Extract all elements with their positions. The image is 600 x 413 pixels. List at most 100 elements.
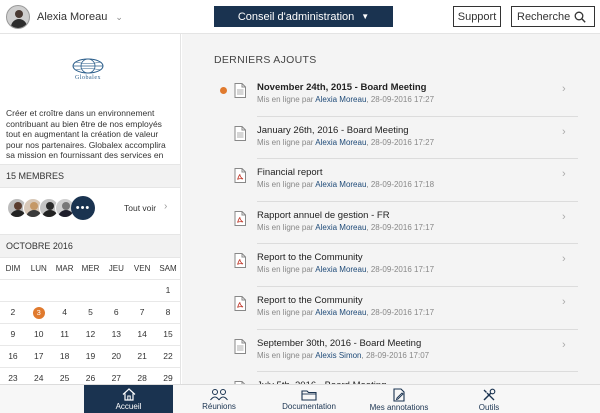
item-meta: Mis en ligne par Alexia Moreau, 28-09-20…	[257, 265, 434, 274]
calendar-day[interactable]: 16	[0, 346, 26, 367]
calendar-day[interactable]: 2	[0, 302, 26, 323]
list-item[interactable]: November 24th, 2015 - Board Meeting Mis e…	[182, 74, 600, 117]
user-menu[interactable]: Alexia Moreau ⌄	[6, 5, 123, 29]
item-meta: Mis en ligne par Alexia Moreau, 28-09-20…	[257, 308, 434, 317]
chevron-down-icon: ⌄	[115, 11, 123, 22]
item-meta: Mis en ligne par Alexis Simon, 28-09-201…	[257, 351, 429, 360]
calendar-day[interactable]: 25	[52, 368, 78, 384]
calendar-day[interactable]: 22	[155, 346, 180, 367]
tab-mes-annotations[interactable]: Mes annotations	[356, 385, 442, 413]
chevron-right-icon: ›	[562, 253, 566, 266]
list-item[interactable]: Report to the Community Mis en ligne par …	[182, 244, 600, 287]
board-selector[interactable]: Conseil d'administration ▼	[214, 6, 393, 27]
search-button[interactable]: Recherche	[511, 6, 595, 27]
calendar-day[interactable]: 29	[155, 368, 180, 384]
list-item[interactable]: Report to the Community Mis en ligne par …	[182, 287, 600, 330]
list-item[interactable]: January 26th, 2016 - Board Meeting Mis en…	[182, 117, 600, 160]
author-name: Alexia Moreau	[315, 95, 367, 104]
calendar-day[interactable]: 11	[52, 324, 78, 345]
tab-label: Documentation	[282, 402, 336, 411]
chevron-right-icon: ›	[562, 295, 566, 308]
calendar-week: 9 10 11 12 13 14 15	[0, 324, 180, 346]
members-row[interactable]: ••• Tout voir ›	[0, 188, 180, 230]
upload-date: , 28-09-2016 17:07	[361, 350, 430, 360]
avatar	[6, 5, 30, 29]
calendar-day[interactable]: 28	[129, 368, 155, 384]
chevron-right-icon: ›	[562, 83, 566, 95]
logo-text: Globalex	[75, 75, 101, 81]
user-name: Alexia Moreau	[37, 11, 108, 23]
calendar-day[interactable]: 7	[129, 302, 155, 323]
upload-date: , 28-09-2016 17:17	[366, 307, 435, 317]
uploaded-by-prefix: Mis en ligne par	[257, 95, 316, 104]
item-title: January 26th, 2016 - Board Meeting	[257, 124, 409, 136]
weekday-label: MER	[81, 264, 100, 273]
calendar-empty	[103, 280, 129, 301]
list-item[interactable]: September 30th, 2016 - Board Meeting Mis …	[182, 330, 600, 373]
tools-icon	[482, 388, 496, 402]
calendar-day[interactable]: 21	[129, 346, 155, 367]
calendar-day[interactable]: 3	[26, 302, 52, 323]
board-selector-label: Conseil d'administration	[237, 10, 355, 23]
calendar-day[interactable]: 13	[103, 324, 129, 345]
tab-outils[interactable]: Outils	[446, 385, 532, 413]
calendar-day[interactable]: 18	[52, 346, 78, 367]
item-title: November 24th, 2015 - Board Meeting	[257, 82, 427, 93]
calendar-empty	[129, 280, 155, 301]
support-button[interactable]: Support	[453, 6, 501, 27]
calendar-day[interactable]: 26	[78, 368, 104, 384]
tab-label: Mes annotations	[369, 403, 429, 412]
weekday-label: DIM	[5, 264, 21, 273]
author-name: Alexis Simon	[315, 350, 362, 360]
company-description: Créer et croître dans un environnement c…	[6, 108, 166, 160]
author-name: Alexia Moreau	[315, 307, 367, 317]
chevron-right-icon: ›	[164, 201, 168, 212]
calendar-day[interactable]: 5	[78, 302, 104, 323]
upload-date: , 28-09-2016 17:27	[366, 137, 435, 147]
calendar-day[interactable]: 8	[155, 302, 180, 323]
calendar-day[interactable]: 27	[103, 368, 129, 384]
tab-documentation[interactable]: Documentation	[264, 385, 354, 413]
tab-r-unions[interactable]: Réunions	[175, 385, 263, 413]
more-members-button[interactable]: •••	[71, 196, 95, 220]
calendar-day[interactable]: 14	[129, 324, 155, 345]
calendar-day[interactable]: 19	[78, 346, 104, 367]
uploaded-by-prefix: Mis en ligne par	[257, 180, 316, 190]
item-title: Financial report	[257, 167, 323, 179]
pdf-icon	[234, 168, 246, 184]
item-meta: Mis en ligne par Alexia Moreau, 28-09-20…	[257, 138, 434, 147]
calendar-day[interactable]: 15	[155, 324, 180, 345]
globe-logo-icon	[72, 58, 104, 74]
calendar-day[interactable]: 6	[103, 302, 129, 323]
upload-date: , 28-09-2016 17:27	[366, 95, 435, 104]
chevron-right-icon: ›	[562, 168, 566, 181]
item-meta: Mis en ligne par Alexia Moreau, 28-09-20…	[257, 223, 434, 232]
calendar-day[interactable]: 23	[0, 368, 26, 384]
see-all-link[interactable]: Tout voir	[124, 203, 156, 213]
list-item[interactable]: July 5th, 2016 - Board Meeting	[182, 372, 600, 384]
chevron-right-icon: ›	[562, 125, 566, 138]
uploaded-by-prefix: Mis en ligne par	[257, 350, 316, 360]
uploaded-by-prefix: Mis en ligne par	[257, 265, 316, 275]
calendar-day[interactable]: 17	[26, 346, 52, 367]
section-title: DERNIERS AJOUTS	[214, 54, 317, 66]
calendar-day[interactable]: 10	[26, 324, 52, 345]
calendar-day[interactable]: 9	[0, 324, 26, 345]
calendar-day[interactable]: 1	[155, 280, 180, 301]
recent-list: November 24th, 2015 - Board Meeting Mis e…	[182, 74, 600, 384]
author-name: Alexia Moreau	[315, 180, 367, 190]
item-title: September 30th, 2016 - Board Meeting	[257, 337, 422, 349]
list-item[interactable]: Financial report Mis en ligne par Alexia …	[182, 159, 600, 202]
sidebar: Globalex Créer et croître dans un enviro…	[0, 34, 181, 384]
calendar-week: 16 17 18 19 20 21 22	[0, 346, 180, 368]
calendar-header: OCTOBRE 2016	[0, 234, 180, 258]
tab-accueil[interactable]: Accueil	[84, 385, 173, 413]
upload-date: , 28-09-2016 17:17	[366, 265, 435, 275]
calendar-day[interactable]: 12	[78, 324, 104, 345]
calendar-day[interactable]: 4	[52, 302, 78, 323]
list-item[interactable]: Rapport annuel de gestion - FR Mis en lig…	[182, 202, 600, 245]
calendar-day[interactable]: 24	[26, 368, 52, 384]
calendar-day[interactable]: 20	[103, 346, 129, 367]
search-label: Recherche	[517, 10, 571, 23]
bottom-tab-bar: Accueil Réunions Documentation Mes annotati…	[0, 384, 600, 413]
